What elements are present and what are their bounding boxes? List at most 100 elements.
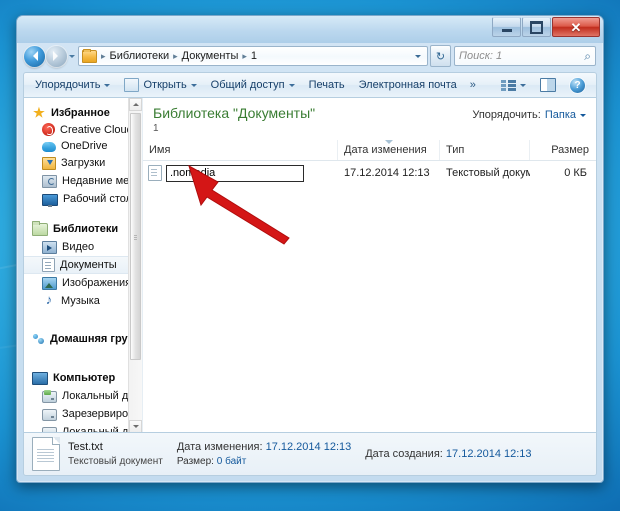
maximize-icon [530, 21, 543, 34]
recent-places-icon [42, 175, 57, 188]
address-dropdown-button[interactable] [411, 52, 425, 61]
breadcrumb-separator-1: ▸ [171, 51, 180, 62]
sidebar-item-video[interactable]: Видео [24, 238, 142, 256]
sidebar-item-onedrive[interactable]: OneDrive [24, 138, 142, 154]
status-created-value: 17.12.2014 12:13 [446, 448, 532, 460]
breadcrumb-item-1[interactable]: Документы [180, 50, 241, 62]
breadcrumb: ▸ Библиотеки ▸ Документы ▸ 1 [99, 50, 259, 62]
sidebar-gap [24, 321, 142, 331]
column-header-date[interactable]: Дата изменения [338, 140, 440, 160]
explorer-body: ★ Избранное Creative Cloud Fi OneDrive З… [23, 97, 597, 434]
print-button[interactable]: Печать [302, 76, 352, 94]
status-modified-label: Дата изменения: [177, 441, 263, 453]
organize-button[interactable]: Упорядочить [28, 76, 117, 94]
sidebar-item-desktop[interactable]: Рабочий стол [24, 190, 142, 208]
status-created-block: Дата создания: 17.12.2014 12:13 [365, 447, 531, 462]
file-list-pane: Библиотека "Документы" 1 Упорядочить: Па… [143, 98, 596, 433]
sidebar-group-libraries: Библиотеки Видео Документы Изображения [24, 220, 142, 309]
sidebar-gap [24, 359, 142, 369]
status-modified-value: 17.12.2014 12:13 [266, 441, 352, 453]
file-type: Текстовый докум... [440, 167, 530, 179]
breadcrumb-item-2[interactable]: 1 [249, 50, 259, 62]
back-arrow-icon [28, 51, 38, 61]
column-headers: Имя Дата изменения Тип Размер [143, 140, 596, 161]
sidebar-item-music[interactable]: ♪ Музыка [24, 292, 142, 309]
navigation-pane: ★ Избранное Creative Cloud Fi OneDrive З… [24, 98, 143, 433]
sort-indicator-icon [385, 140, 393, 148]
window-controls: ✕ [492, 17, 600, 37]
sidebar-item-label: Документы [60, 259, 117, 271]
history-dropdown-icon[interactable] [69, 55, 75, 61]
arrange-by-control[interactable]: Упорядочить: Папка [472, 105, 586, 121]
sidebar-item-local-disk-c[interactable]: Локальный диск [24, 387, 142, 405]
sidebar-gap [24, 349, 142, 359]
sidebar-gap [24, 210, 142, 220]
documents-icon [42, 258, 55, 272]
maximize-button[interactable] [522, 17, 551, 37]
breadcrumb-separator-0: ▸ [99, 51, 108, 62]
minimize-button[interactable] [492, 17, 521, 37]
sidebar-item-pictures[interactable]: Изображения [24, 274, 142, 292]
refresh-icon: ↻ [436, 50, 445, 63]
sidebar-header-favorites[interactable]: ★ Избранное [24, 104, 142, 121]
library-header: Библиотека "Документы" 1 Упорядочить: Па… [143, 98, 596, 136]
star-icon: ★ [32, 106, 46, 119]
chevron-down-icon [580, 114, 586, 120]
scrollbar-thumb[interactable] [130, 113, 141, 360]
library-title-block: Библиотека "Документы" 1 [153, 105, 315, 134]
sidebar-group-favorites: ★ Избранное Creative Cloud Fi OneDrive З… [24, 104, 142, 208]
refresh-button[interactable]: ↻ [430, 45, 451, 67]
navigation-scrollbar[interactable] [128, 98, 142, 433]
search-box[interactable]: Поиск: 1 ⌕ [454, 46, 596, 66]
organize-label: Упорядочить [35, 79, 100, 91]
sidebar-item-downloads[interactable]: Загрузки [24, 154, 142, 172]
column-header-name[interactable]: Имя [143, 140, 338, 160]
status-file-block: Test.txt Текстовый документ [68, 440, 163, 469]
sidebar-item-label: Рабочий стол [63, 193, 132, 205]
file-name-cell[interactable]: .nomedia [143, 165, 338, 182]
status-created: Дата создания: 17.12.2014 12:13 [365, 447, 531, 462]
email-button[interactable]: Электронная почта [352, 76, 464, 94]
table-row[interactable]: .nomedia 17.12.2014 12:13 Текстовый доку… [143, 164, 596, 182]
details-pane: Test.txt Текстовый документ Дата изменен… [23, 432, 597, 476]
sidebar-item-creative-cloud[interactable]: Creative Cloud Fi [24, 121, 142, 138]
rename-input[interactable]: .nomedia [166, 165, 304, 182]
help-button[interactable]: ? [563, 75, 592, 96]
video-icon [42, 241, 57, 254]
share-button[interactable]: Общий доступ [204, 76, 302, 94]
pictures-icon [42, 277, 57, 290]
address-bar[interactable]: ▸ Библиотеки ▸ Документы ▸ 1 [78, 46, 428, 66]
sidebar-item-label: Музыка [61, 295, 100, 307]
sidebar-item-documents[interactable]: Документы [24, 256, 142, 274]
sidebar-header-homegroup[interactable]: Домашняя группа [24, 331, 142, 347]
arrange-value[interactable]: Папка [545, 109, 576, 121]
preview-pane-button[interactable] [533, 75, 563, 95]
creative-cloud-icon [42, 123, 55, 136]
homegroup-icon [32, 333, 45, 345]
computer-icon [32, 372, 48, 385]
system-drive-icon [42, 391, 57, 403]
back-button[interactable] [24, 46, 45, 67]
open-button[interactable]: Открыть [117, 75, 203, 95]
library-subtitle: 1 [153, 123, 315, 134]
search-input[interactable]: Поиск: 1 [459, 50, 584, 62]
close-button[interactable]: ✕ [552, 17, 600, 37]
sidebar-item-recent-places[interactable]: Недавние места [24, 172, 142, 190]
toolbar-overflow-button[interactable]: » [464, 79, 482, 91]
column-header-size[interactable]: Размер [530, 140, 595, 160]
sidebar-header-label: Компьютер [53, 372, 115, 384]
sidebar-item-label: Загрузки [61, 157, 105, 169]
text-file-icon [148, 165, 162, 181]
sidebar-item-reserved[interactable]: Зарезервирован [24, 405, 142, 423]
sidebar-group-homegroup: Домашняя группа [24, 331, 142, 347]
sidebar-header-label: Библиотеки [53, 223, 118, 235]
navigation-list: ★ Избранное Creative Cloud Fi OneDrive З… [24, 98, 142, 433]
scroll-up-button[interactable] [129, 98, 142, 111]
column-header-type[interactable]: Тип [440, 140, 530, 160]
breadcrumb-item-0[interactable]: Библиотеки [108, 50, 172, 62]
forward-button[interactable] [46, 46, 67, 67]
sidebar-header-libraries[interactable]: Библиотеки [24, 220, 142, 238]
sidebar-header-computer[interactable]: Компьютер [24, 369, 142, 387]
change-view-button[interactable] [494, 76, 533, 95]
status-file-name: Test.txt [68, 440, 163, 455]
